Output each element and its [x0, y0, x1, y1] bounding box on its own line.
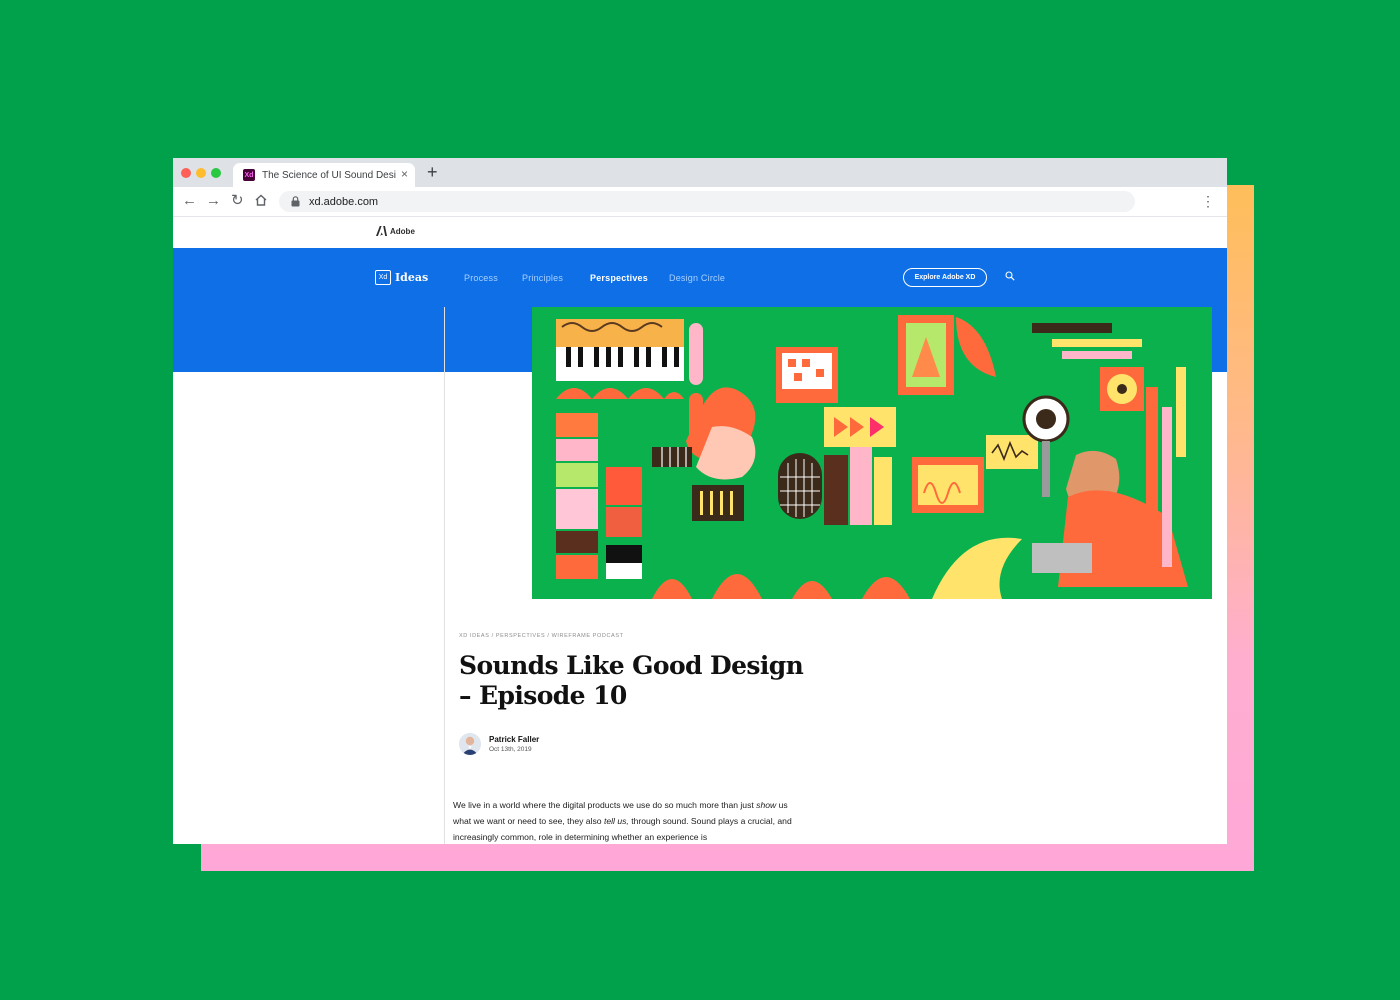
breadcrumb[interactable]: XD IDEAS / PERSPECTIVES / WIREFRAME PODC…: [459, 633, 624, 639]
article-title: Sounds Like Good Design – Episode 10: [459, 651, 804, 710]
article-body: We live in a world where the digital pro…: [453, 797, 798, 844]
url-text: xd.adobe.com: [309, 195, 379, 208]
reload-icon[interactable]: ↻: [231, 192, 244, 210]
search-icon[interactable]: [1005, 271, 1015, 281]
tab-close-icon[interactable]: ×: [401, 167, 408, 181]
content-divider: [444, 307, 445, 844]
xd-logo-icon: Xd: [375, 270, 391, 285]
brand-name: Ideas: [395, 271, 429, 284]
page-viewport: Adobe Xd Ideas Process Principles Perspe…: [173, 217, 1227, 844]
nav-principles[interactable]: Principles: [522, 273, 563, 283]
back-arrow-icon[interactable]: ←: [182, 192, 197, 210]
adobe-home-link[interactable]: Adobe: [376, 226, 415, 236]
author-info: Patrick Faller Oct 13th, 2019: [489, 735, 539, 753]
body-text-1: We live in a world where the digital pro…: [453, 800, 757, 810]
minimize-window-button[interactable]: [196, 168, 206, 178]
new-tab-button[interactable]: +: [427, 162, 438, 182]
hero-illustration: [532, 307, 1212, 599]
avatar: [459, 733, 481, 755]
tab-strip: Xd The Science of UI Sound Desig × +: [173, 158, 1227, 187]
adobe-logo-icon: [376, 226, 387, 236]
lock-icon: [289, 196, 301, 208]
adobe-label: Adobe: [390, 226, 415, 236]
author-block[interactable]: Patrick Faller Oct 13th, 2019: [459, 733, 539, 755]
forward-arrow-icon[interactable]: →: [206, 192, 221, 210]
body-emphasis-tell-us: tell us,: [603, 816, 629, 826]
nav-perspectives[interactable]: Perspectives: [590, 273, 648, 283]
address-bar[interactable]: xd.adobe.com: [279, 191, 1135, 212]
close-window-button[interactable]: [181, 168, 191, 178]
nav-design-circle[interactable]: Design Circle: [669, 273, 725, 283]
browser-window: Xd The Science of UI Sound Desig × + ← →…: [173, 158, 1227, 844]
body-emphasis-show: show: [756, 800, 777, 810]
nav-process[interactable]: Process: [464, 273, 498, 283]
xd-favicon-icon: Xd: [243, 169, 255, 181]
author-name[interactable]: Patrick Faller: [489, 735, 539, 744]
adobe-global-bar: Adobe: [173, 217, 1227, 248]
browser-toolbar: ← → ↻ xd.adobe.com ⋮: [173, 187, 1227, 217]
explore-adobe-xd-button[interactable]: Explore Adobe XD: [903, 268, 987, 287]
xd-ideas-logo[interactable]: Xd Ideas: [375, 270, 428, 285]
tab-title: The Science of UI Sound Desig: [262, 169, 396, 181]
publish-date: Oct 13th, 2019: [489, 746, 532, 753]
kebab-menu-icon[interactable]: ⋮: [1201, 192, 1215, 210]
browser-tab[interactable]: Xd The Science of UI Sound Desig ×: [233, 163, 415, 187]
home-icon[interactable]: [254, 193, 268, 212]
maximize-window-button[interactable]: [211, 168, 221, 178]
